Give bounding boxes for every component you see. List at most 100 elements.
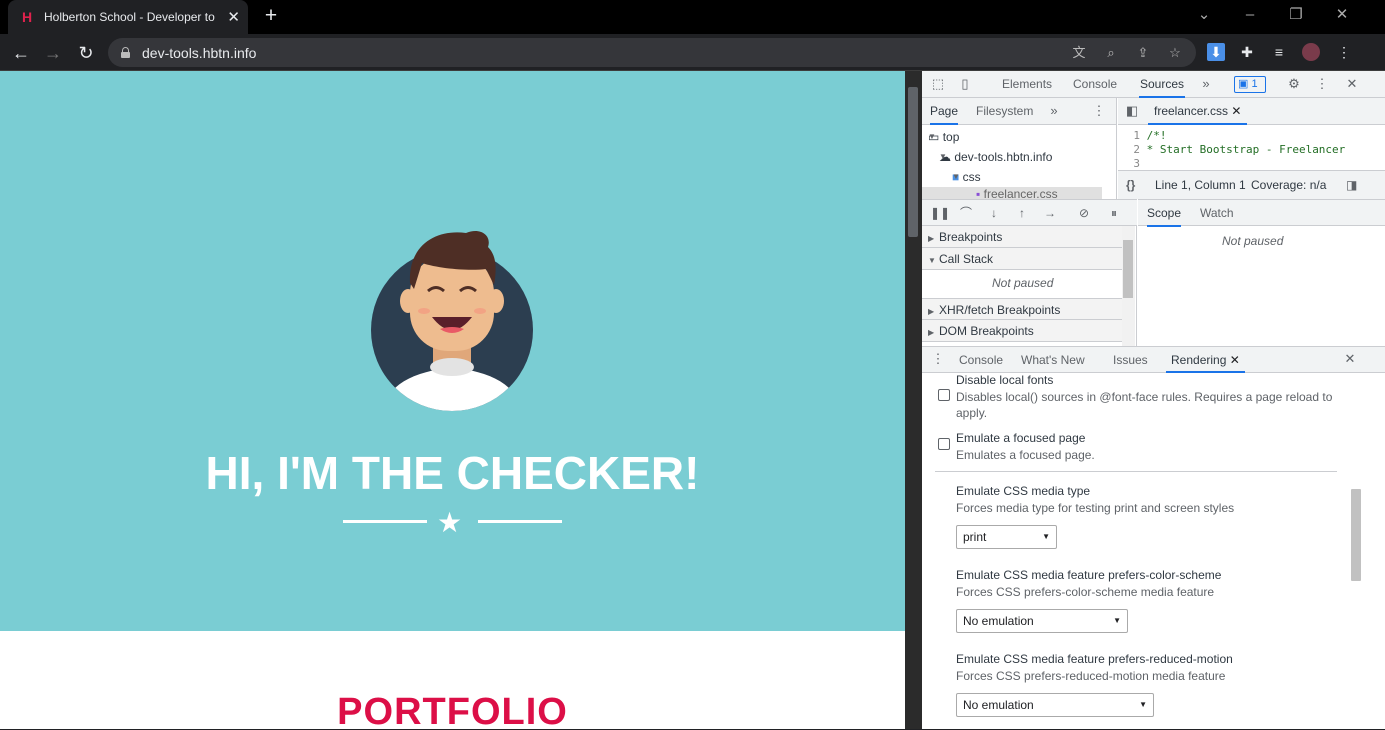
tree-item-domain[interactable]: ▼ ☁ dev-tools.hbtn.info (939, 147, 1052, 167)
step-icon[interactable]: → (1042, 205, 1058, 221)
tab-page[interactable]: Page (930, 98, 959, 125)
browser-toolbar: ← → ↻ dev-tools.hbtn.info ⽂ ⌕ ⇪ ☆ ⬇ ✚ ≡ … (0, 34, 1385, 71)
tree-item-file[interactable]: ▪ freelancer.css (922, 187, 1102, 199)
step-into-icon[interactable]: ↓ (986, 205, 1002, 221)
pause-icon[interactable]: ❚❚ (930, 205, 950, 221)
section-dom-breakpoints[interactable]: ▶ DOM Breakpoints (922, 320, 1122, 342)
drawer-tab-console[interactable]: Console (959, 347, 1003, 373)
code-editor: ◧ freelancer.css ✕ 1 /*! 2 * Start Boots… (1118, 98, 1385, 199)
select-description: Forces CSS prefers-reduced-motion media … (956, 669, 1226, 683)
option-description: Emulates a focused page. (956, 448, 1095, 462)
lock-icon (121, 47, 130, 58)
reduced-motion-select[interactable]: No emulation ▼ (956, 693, 1154, 717)
page-scrollbar[interactable] (905, 71, 922, 729)
tab-filesystem[interactable]: Filesystem (976, 98, 1033, 125)
toggle-debugger-icon[interactable]: ◨ (1346, 171, 1357, 199)
holberton-favicon-icon: H (22, 9, 33, 25)
reload-button[interactable]: ↻ (73, 40, 99, 66)
navigator-more-icon[interactable]: » (1046, 103, 1062, 119)
css-file-icon: ▪ (976, 187, 981, 199)
drawer-tab-issues[interactable]: Issues (1113, 347, 1148, 373)
url-text: dev-tools.hbtn.info (142, 44, 257, 61)
section-xhr-breakpoints[interactable]: ▶ XHR/fetch Breakpoints (922, 298, 1122, 320)
browser-tab-strip: H Holberton School - Developer to ✕ + ⌄ … (0, 0, 1385, 34)
drawer-tab-rendering[interactable]: Rendering ✕ (1166, 347, 1245, 373)
more-tabs-icon[interactable]: » (1198, 76, 1214, 92)
close-window-button[interactable]: ✕ (1328, 4, 1356, 26)
settings-gear-icon[interactable]: ⚙ (1286, 76, 1302, 92)
media-control-icon[interactable]: ≡ (1270, 43, 1288, 61)
inspect-element-icon[interactable]: ⬚ (930, 76, 946, 92)
minimize-button[interactable]: – (1236, 4, 1264, 26)
devtools-main-toolbar: ⬚ ▯ Elements Console Sources » ▣ 1 ⚙ ⋮ ✕ (922, 71, 1385, 98)
issues-badge[interactable]: ▣ 1 (1234, 76, 1266, 93)
close-devtools-icon[interactable]: ✕ (1344, 76, 1360, 92)
section-call-stack[interactable]: ▼ Call Stack (922, 248, 1122, 270)
select-label: Emulate CSS media type (956, 484, 1091, 498)
tab-watch[interactable]: Watch (1200, 200, 1234, 227)
select-caret-icon: ▼ (1139, 700, 1147, 709)
option-label: Disable local fonts (956, 373, 1054, 387)
select-label: Emulate CSS media feature prefers-reduce… (956, 652, 1233, 666)
browser-tab[interactable]: H Holberton School - Developer to ✕ (8, 0, 248, 34)
tree-item-folder[interactable]: ▼ ■ css (952, 167, 981, 187)
tab-search-icon[interactable]: ⌄ (1190, 4, 1218, 26)
address-bar[interactable]: dev-tools.hbtn.info ⽂ ⌕ ⇪ ☆ (108, 38, 1196, 67)
disable-local-fonts-checkbox[interactable] (938, 389, 950, 401)
translate-icon[interactable]: ⽂ (1070, 44, 1088, 62)
emulate-focused-page-checkbox[interactable] (938, 438, 950, 450)
scope-status: Not paused (1222, 234, 1284, 248)
restore-button[interactable]: ❐ (1282, 4, 1310, 26)
hero-section: HI, I'M THE CHECKER! ★ (0, 71, 905, 631)
step-over-icon[interactable]: ⌒ (958, 205, 974, 221)
devtools-menu-icon[interactable]: ⋮ (1314, 76, 1330, 92)
close-tab-icon[interactable]: ✕ (227, 8, 240, 26)
deactivate-breakpoints-icon[interactable]: ⊘ (1076, 205, 1092, 221)
zoom-icon[interactable]: ⌕ (1102, 44, 1120, 62)
star-icon: ★ (437, 507, 463, 538)
close-rendering-icon[interactable]: ✕ (1230, 353, 1240, 367)
tab-sources[interactable]: Sources (1139, 71, 1186, 98)
divider-left (343, 520, 427, 523)
drawer-tab-whats-new[interactable]: What's New (1021, 347, 1085, 373)
select-label: Emulate CSS media feature prefers-color-… (956, 568, 1222, 582)
devtools-panel: ⬚ ▯ Elements Console Sources » ▣ 1 ⚙ ⋮ ✕… (922, 71, 1385, 729)
toggle-navigator-icon[interactable]: ◧ (1124, 103, 1140, 119)
editor-status-bar: {} Line 1, Column 1 Coverage: n/a ◨ (1118, 170, 1385, 199)
tree-item-top[interactable]: ▼ ▭ top (928, 127, 959, 147)
step-out-icon[interactable]: ↑ (1014, 205, 1030, 221)
close-file-icon[interactable]: ✕ (1231, 104, 1241, 118)
sections-scrollbar[interactable] (1122, 226, 1135, 346)
hero-title: HI, I'M THE CHECKER! (205, 447, 700, 499)
pretty-print-icon[interactable]: {} (1126, 171, 1135, 199)
color-scheme-select[interactable]: No emulation ▼ (956, 609, 1128, 633)
forward-button[interactable]: → (40, 40, 66, 66)
share-icon[interactable]: ⇪ (1134, 44, 1152, 62)
tab-console[interactable]: Console (1073, 71, 1117, 98)
tab-elements[interactable]: Elements (1002, 71, 1052, 98)
drawer-scrollbar[interactable] (1348, 373, 1362, 730)
drawer-divider (935, 471, 1337, 472)
media-type-select[interactable]: print ▼ (956, 525, 1057, 549)
pause-on-exceptions-icon[interactable]: ⏸ (1106, 205, 1122, 221)
drawer-menu-icon[interactable]: ⋮ (930, 351, 946, 367)
extensions-icon[interactable]: ✚ (1238, 43, 1256, 61)
code-line: 1 /*! (1133, 129, 1167, 142)
debugger-toolbar: ❚❚ ⌒ ↓ ↑ → ⊘ ⏸ (922, 199, 1137, 226)
code-line: 3 (1133, 157, 1140, 170)
download-icon[interactable]: ⬇ (1207, 43, 1225, 61)
bookmark-star-icon[interactable]: ☆ (1166, 44, 1184, 62)
new-tab-button[interactable]: + (260, 4, 282, 28)
close-drawer-icon[interactable]: ✕ (1342, 351, 1358, 367)
back-button[interactable]: ← (8, 40, 34, 66)
menu-icon[interactable]: ⋮ (1335, 43, 1353, 61)
tab-scope[interactable]: Scope (1147, 200, 1182, 227)
option-label: Emulate a focused page (956, 431, 1086, 445)
file-tab[interactable]: freelancer.css ✕ (1148, 98, 1248, 125)
sources-navigator: Page Filesystem » ⋮ ▼ ▭ top ▼ ☁ dev-tool… (922, 98, 1117, 199)
profile-avatar[interactable] (1302, 43, 1320, 61)
section-breakpoints[interactable]: ▶ Breakpoints (922, 226, 1122, 248)
divider-right (478, 520, 562, 523)
navigator-menu-icon[interactable]: ⋮ (1091, 103, 1107, 119)
device-toolbar-icon[interactable]: ▯ (957, 76, 973, 92)
